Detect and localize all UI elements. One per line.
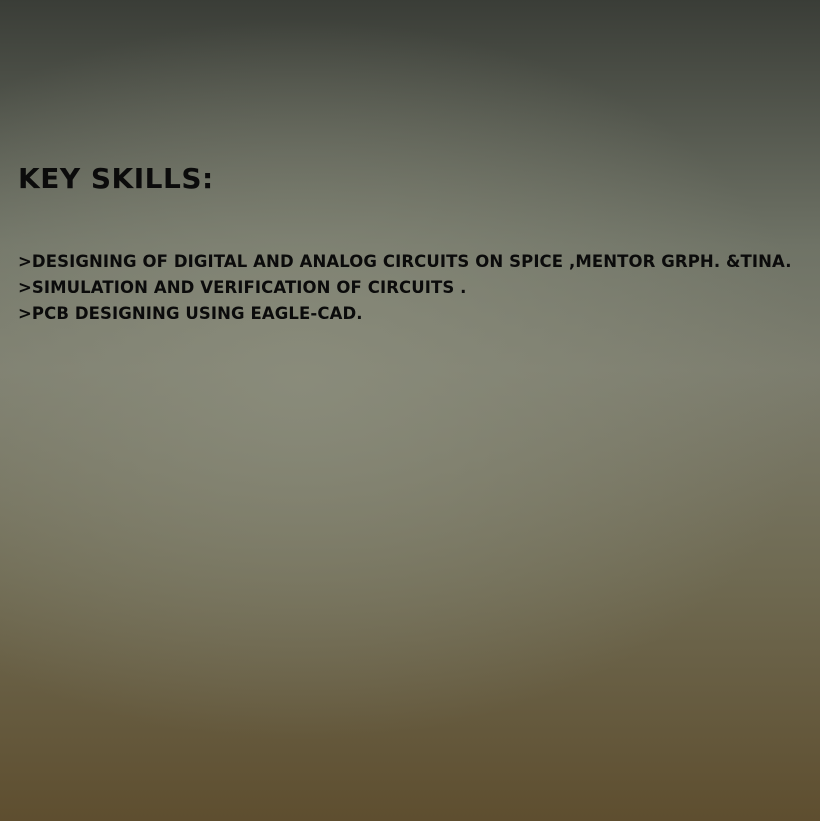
skill-item: >SIMULATION AND VERIFICATION OF CIRCUITS…: [18, 278, 467, 297]
skill-item: >PCB DESIGNING USING EAGLE-CAD.: [18, 304, 363, 323]
slide: KEY SKILLS: >DESIGNING OF DIGITAL AND AN…: [0, 0, 820, 821]
skills-list: >DESIGNING OF DIGITAL AND ANALOG CIRCUIT…: [18, 249, 808, 327]
slide-heading: KEY SKILLS:: [18, 162, 214, 195]
skill-item: >DESIGNING OF DIGITAL AND ANALOG CIRCUIT…: [18, 252, 792, 271]
